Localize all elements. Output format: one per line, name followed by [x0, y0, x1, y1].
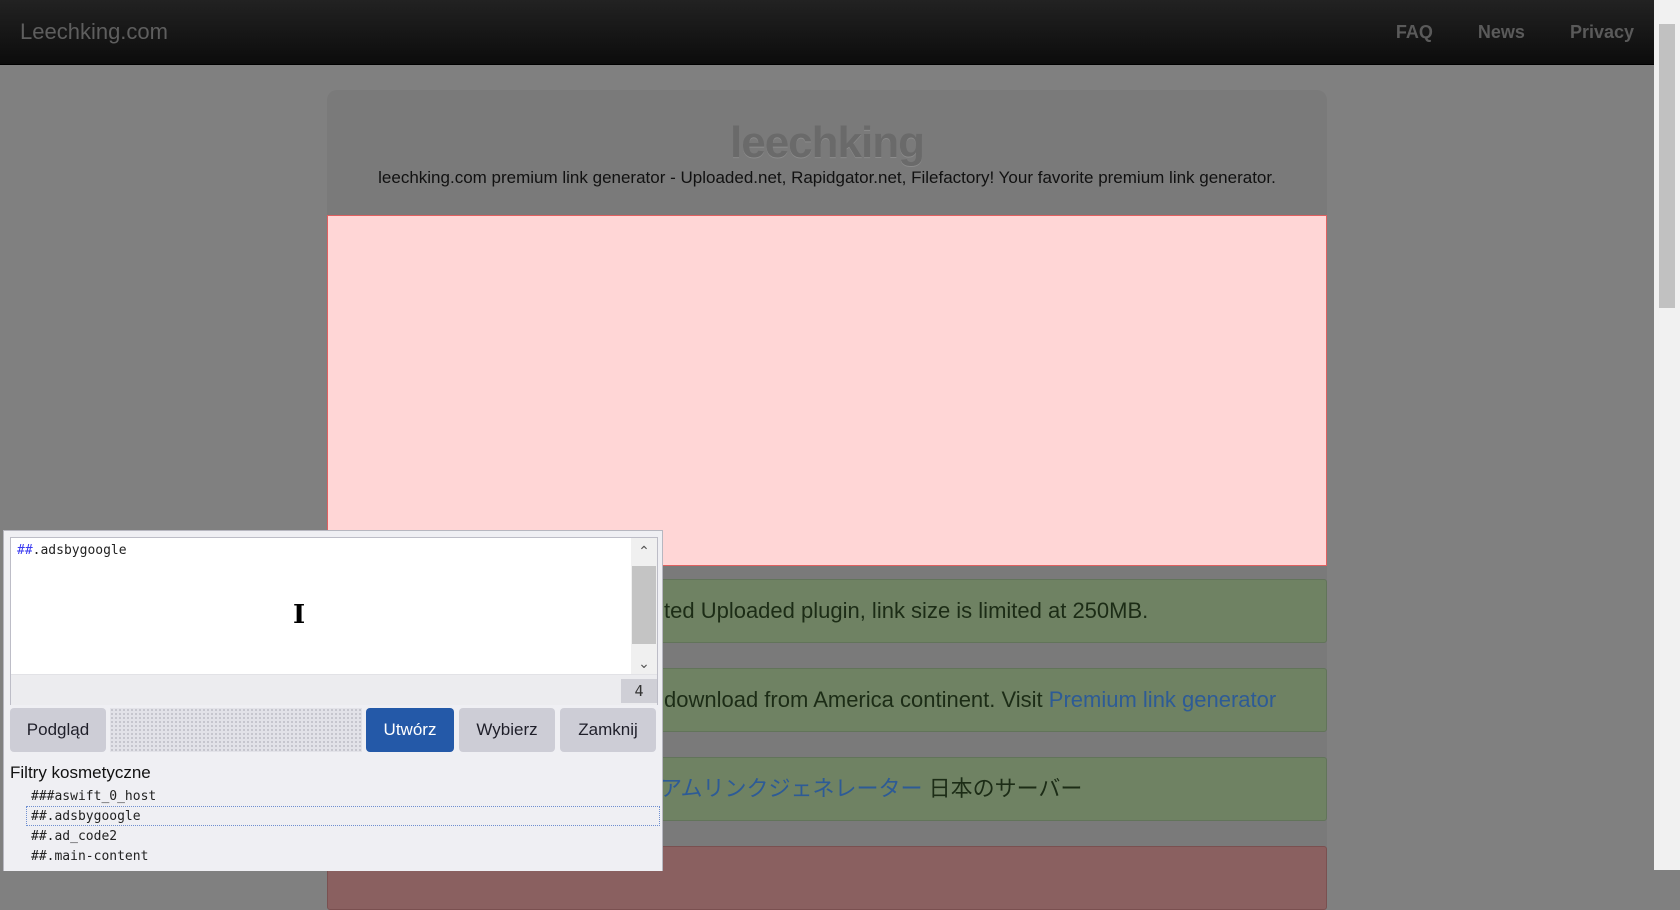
cosmetic-filter-dialog: ##.adsbygoogle I ⌃ ⌄ 4 Podgląd Utwórz Wy…	[3, 530, 663, 871]
match-count-badge: 4	[621, 679, 657, 703]
page-scrollbar-thumb[interactable]	[1659, 24, 1675, 308]
top-navbar: Leechking.com FAQ News Privacy	[0, 0, 1654, 65]
filter-editor-text[interactable]: ##.adsbygoogle	[17, 543, 127, 558]
filter-hash-prefix: ##	[17, 543, 33, 558]
pick-button[interactable]: Wybierz	[459, 708, 555, 752]
alert-text: ted Uploaded plugin, link size is limite…	[664, 598, 1149, 623]
page-scrollbar[interactable]	[1654, 0, 1680, 870]
alert-text: download from America continent. Visit	[664, 687, 1049, 712]
chevron-up-icon[interactable]: ⌃	[631, 540, 657, 562]
filter-list-item[interactable]: ###aswift_0_host	[26, 786, 660, 806]
filter-list-item-selected[interactable]: ##.adsbygoogle	[26, 806, 660, 826]
japan-generator-link[interactable]: ミアムリンクジェネレーター	[638, 776, 922, 801]
text-cursor-icon: I	[293, 600, 306, 630]
site-tagline: leechking.com premium link generator - U…	[378, 168, 1276, 187]
filter-list-item[interactable]: ##.ad_code2	[26, 826, 660, 846]
nav-links: FAQ News Privacy	[1396, 22, 1634, 43]
site-logo: leechking	[730, 118, 925, 167]
premium-link-generator-link[interactable]: Premium link generator	[1049, 687, 1276, 712]
filter-selector-text: .adsbygoogle	[32, 543, 127, 558]
alert-text: 日本のサーバー	[922, 776, 1083, 801]
nav-link-privacy[interactable]: Privacy	[1570, 22, 1634, 43]
button-spacer	[110, 708, 362, 752]
filter-editor[interactable]: ##.adsbygoogle I ⌃ ⌄ 4	[10, 537, 658, 705]
cosmetic-filters-title: Filtry kosmetyczne	[10, 763, 151, 782]
close-button[interactable]: Zamknij	[560, 708, 656, 752]
preview-button[interactable]: Podgląd	[10, 708, 106, 752]
editor-scrollbar-thumb[interactable]	[632, 566, 656, 644]
chevron-down-icon[interactable]: ⌄	[631, 652, 657, 674]
editor-footer: 4	[11, 674, 657, 705]
nav-link-faq[interactable]: FAQ	[1396, 22, 1433, 43]
nav-link-news[interactable]: News	[1478, 22, 1525, 43]
cosmetic-filter-list: ###aswift_0_host ##.adsbygoogle ##.ad_co…	[26, 786, 660, 866]
editor-scrollbar[interactable]: ⌃ ⌄	[631, 538, 657, 674]
highlighted-ad-slot	[327, 215, 1327, 566]
filter-list-item[interactable]: ##.main-content	[26, 846, 660, 866]
create-button[interactable]: Utwórz	[366, 708, 454, 752]
brand-link[interactable]: Leechking.com	[20, 19, 168, 45]
